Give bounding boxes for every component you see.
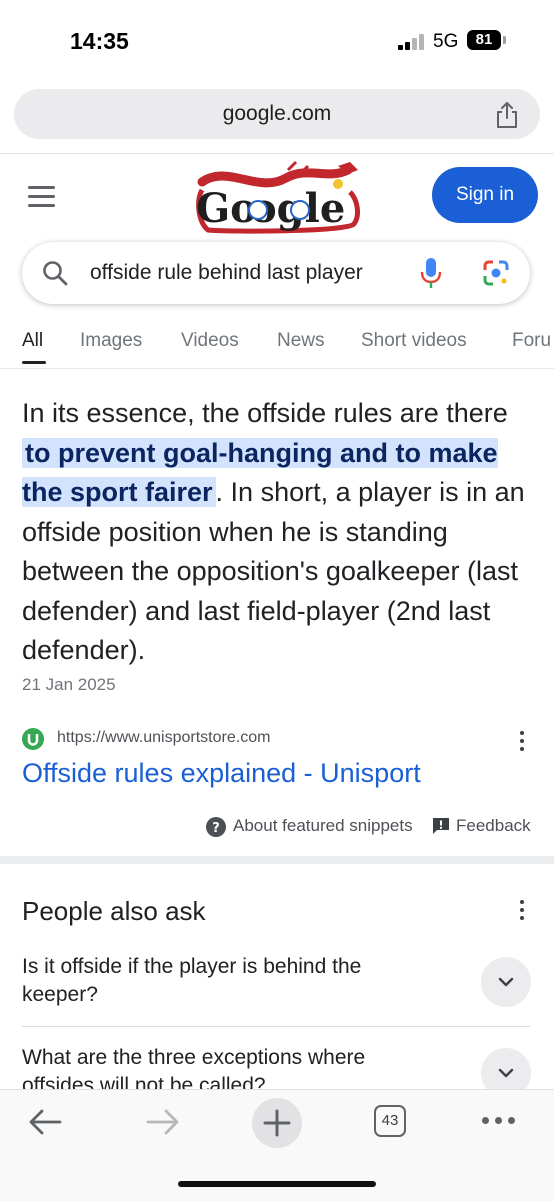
search-box[interactable]: offside rule behind last player bbox=[22, 242, 530, 304]
unisport-favicon-icon bbox=[22, 728, 44, 750]
tab-news[interactable]: News bbox=[277, 330, 325, 352]
battery-tip bbox=[503, 36, 506, 44]
search-tabs: All Images Videos News Short videos Foru bbox=[0, 320, 554, 368]
tabs-divider bbox=[0, 368, 554, 369]
about-featured-snippets-link[interactable]: About featured snippets bbox=[233, 816, 413, 836]
back-arrow-icon[interactable] bbox=[28, 1108, 64, 1136]
hamburger-menu-icon[interactable] bbox=[28, 186, 56, 208]
forward-arrow-icon[interactable] bbox=[144, 1108, 180, 1136]
result-site-url[interactable]: https://www.unisportstore.com bbox=[57, 729, 270, 747]
chevron-down-icon bbox=[498, 977, 514, 987]
address-url[interactable]: google.com bbox=[14, 102, 540, 126]
status-time: 14:35 bbox=[70, 28, 129, 54]
svg-text:?: ? bbox=[212, 821, 220, 836]
more-menu-icon[interactable] bbox=[482, 1117, 516, 1125]
snippet-date: 21 Jan 2025 bbox=[22, 675, 116, 694]
active-tab-indicator bbox=[22, 361, 46, 364]
chevron-down-icon bbox=[498, 1068, 514, 1078]
section-separator bbox=[0, 856, 554, 864]
result-title-link[interactable]: Offside rules explained - Unisport bbox=[22, 758, 421, 789]
tab-short-videos[interactable]: Short videos bbox=[361, 330, 467, 352]
tab-all[interactable]: All bbox=[22, 330, 43, 352]
tab-switcher-button[interactable]: 43 bbox=[374, 1105, 406, 1137]
paa-question-1[interactable]: Is it offside if the player is behind th… bbox=[22, 953, 442, 1009]
status-bar: 14:35 5G 81 bbox=[0, 0, 554, 80]
plus-icon bbox=[263, 1109, 291, 1137]
people-also-ask-heading: People also ask bbox=[22, 896, 206, 926]
paa-divider bbox=[22, 1026, 530, 1027]
google-doodle-logo[interactable]: Go ogle bbox=[188, 160, 368, 240]
share-icon[interactable] bbox=[494, 101, 520, 129]
svg-text:Go: Go bbox=[196, 185, 257, 232]
sign-in-button[interactable]: Sign in bbox=[432, 167, 538, 223]
network-label: 5G bbox=[433, 31, 459, 52]
paa-expand-button-1[interactable] bbox=[481, 957, 531, 1007]
search-query[interactable]: offside rule behind last player bbox=[90, 261, 363, 285]
paa-question-2[interactable]: What are the three exceptions where offs… bbox=[22, 1044, 442, 1089]
tab-forums[interactable]: Foru bbox=[512, 330, 551, 352]
snippet-text-before: In its essence, the offside rules are th… bbox=[22, 398, 508, 428]
feedback-icon[interactable] bbox=[432, 817, 450, 835]
new-tab-button[interactable] bbox=[252, 1098, 302, 1148]
feedback-link[interactable]: Feedback bbox=[456, 816, 531, 836]
result-more-options-icon[interactable] bbox=[519, 731, 525, 755]
tab-images[interactable]: Images bbox=[80, 330, 142, 352]
tab-videos[interactable]: Videos bbox=[181, 330, 239, 352]
help-circle-icon[interactable]: ? bbox=[206, 817, 226, 837]
battery-icon: 81 bbox=[467, 30, 501, 50]
google-lens-icon[interactable] bbox=[482, 259, 510, 287]
address-bar[interactable]: google.com bbox=[14, 89, 540, 139]
paa-more-options-icon[interactable] bbox=[519, 900, 525, 924]
microphone-icon[interactable] bbox=[420, 257, 442, 289]
home-indicator bbox=[178, 1181, 376, 1187]
signal-icon bbox=[398, 34, 426, 50]
toolbar-divider bbox=[0, 153, 554, 154]
search-icon bbox=[43, 261, 68, 286]
featured-snippet-text: In its essence, the offside rules are th… bbox=[22, 394, 542, 671]
